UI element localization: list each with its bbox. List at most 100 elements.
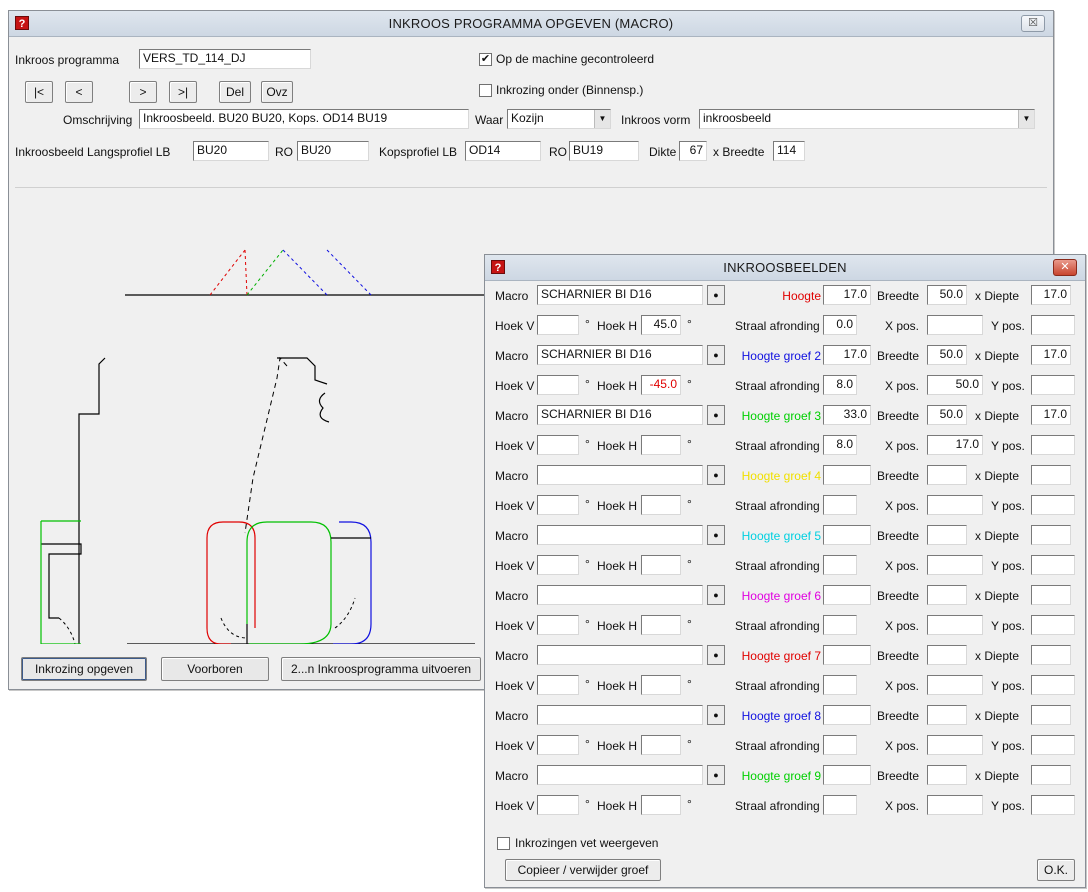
straal-input[interactable]: 0.0 bbox=[823, 315, 857, 335]
nav-prev-button[interactable]: < bbox=[65, 81, 93, 103]
macro-picker-button[interactable]: ● bbox=[707, 465, 725, 485]
diepte-input[interactable]: 17.0 bbox=[1031, 405, 1071, 425]
macro-input[interactable]: SCHARNIER BI D16 bbox=[537, 285, 703, 305]
ypos-input[interactable] bbox=[1031, 375, 1075, 395]
ypos-input[interactable] bbox=[1031, 555, 1075, 575]
hoek-v-input[interactable] bbox=[537, 375, 579, 395]
ypos-input[interactable] bbox=[1031, 615, 1075, 635]
breedte-input[interactable] bbox=[927, 525, 967, 545]
uitvoeren-button[interactable]: 2...n Inkroosprogramma uitvoeren bbox=[281, 657, 481, 681]
overview-button[interactable]: Ovz bbox=[261, 81, 293, 103]
hoek-v-input[interactable] bbox=[537, 315, 579, 335]
inkrozing-opgeven-button[interactable]: Inkrozing opgeven bbox=[21, 657, 147, 681]
nav-last-button[interactable]: >| bbox=[169, 81, 197, 103]
hoogte-input[interactable] bbox=[823, 765, 871, 785]
hoek-v-input[interactable] bbox=[537, 795, 579, 815]
dikte-input[interactable]: 67 bbox=[679, 141, 707, 161]
ypos-input[interactable] bbox=[1031, 675, 1075, 695]
nav-first-button[interactable]: |< bbox=[25, 81, 53, 103]
hoek-h-input[interactable]: -45.0 bbox=[641, 375, 681, 395]
macro-input[interactable]: SCHARNIER BI D16 bbox=[537, 345, 703, 365]
diepte-input[interactable] bbox=[1031, 705, 1071, 725]
hoek-v-input[interactable] bbox=[537, 735, 579, 755]
chevron-down-icon[interactable]: ▼ bbox=[594, 110, 610, 128]
vet-weergeven-checkbox[interactable] bbox=[497, 837, 510, 850]
close-icon[interactable]: ✕ bbox=[1053, 259, 1077, 276]
ypos-input[interactable] bbox=[1031, 735, 1075, 755]
diepte-input[interactable] bbox=[1031, 765, 1071, 785]
hoek-h-input[interactable] bbox=[641, 555, 681, 575]
straal-input[interactable] bbox=[823, 555, 857, 575]
straal-input[interactable] bbox=[823, 795, 857, 815]
ypos-input[interactable] bbox=[1031, 315, 1075, 335]
macro-picker-button[interactable]: ● bbox=[707, 405, 725, 425]
straal-input[interactable] bbox=[823, 615, 857, 635]
diepte-input[interactable] bbox=[1031, 525, 1071, 545]
chevron-down-icon[interactable]: ▼ bbox=[1018, 110, 1034, 128]
breedte-input[interactable]: 50.0 bbox=[927, 405, 967, 425]
xpos-input[interactable] bbox=[927, 495, 983, 515]
delete-button[interactable]: Del bbox=[219, 81, 251, 103]
hoek-v-input[interactable] bbox=[537, 555, 579, 575]
diepte-input[interactable]: 17.0 bbox=[1031, 345, 1071, 365]
diepte-input[interactable] bbox=[1031, 585, 1071, 605]
checked-on-machine-checkbox[interactable]: ✔ bbox=[479, 53, 492, 66]
kopsprofiel-ro-input[interactable]: BU19 bbox=[569, 141, 639, 161]
ok-button[interactable]: O.K. bbox=[1037, 859, 1075, 881]
inkroos-vorm-select[interactable]: inkroosbeeld ▼ bbox=[699, 109, 1035, 129]
breedte-input[interactable] bbox=[927, 765, 967, 785]
hoogte-input[interactable]: 17.0 bbox=[823, 345, 871, 365]
ypos-input[interactable] bbox=[1031, 795, 1075, 815]
nav-next-button[interactable]: > bbox=[129, 81, 157, 103]
diepte-input[interactable] bbox=[1031, 465, 1071, 485]
macro-input[interactable] bbox=[537, 645, 703, 665]
breedte-input[interactable] bbox=[927, 585, 967, 605]
macro-input[interactable]: SCHARNIER BI D16 bbox=[537, 405, 703, 425]
xpos-input[interactable] bbox=[927, 315, 983, 335]
hoogte-input[interactable]: 17.0 bbox=[823, 285, 871, 305]
copy-delete-groove-button[interactable]: Copieer / verwijder groef bbox=[505, 859, 661, 881]
macro-input[interactable] bbox=[537, 465, 703, 485]
hoek-h-input[interactable] bbox=[641, 615, 681, 635]
xpos-input[interactable] bbox=[927, 615, 983, 635]
hoogte-input[interactable] bbox=[823, 705, 871, 725]
straal-input[interactable] bbox=[823, 495, 857, 515]
xpos-input[interactable]: 50.0 bbox=[927, 375, 983, 395]
hoek-v-input[interactable] bbox=[537, 675, 579, 695]
omschrijving-input[interactable]: Inkroosbeeld. BU20 BU20, Kops. OD14 BU19 bbox=[139, 109, 469, 129]
macro-input[interactable] bbox=[537, 765, 703, 785]
breedte-input[interactable] bbox=[927, 465, 967, 485]
xpos-input[interactable] bbox=[927, 795, 983, 815]
hoek-h-input[interactable] bbox=[641, 795, 681, 815]
hoek-v-input[interactable] bbox=[537, 435, 579, 455]
xpos-input[interactable] bbox=[927, 555, 983, 575]
macro-picker-button[interactable]: ● bbox=[707, 645, 725, 665]
hoogte-input[interactable]: 33.0 bbox=[823, 405, 871, 425]
macro-picker-button[interactable]: ● bbox=[707, 585, 725, 605]
kopsprofiel-lb-input[interactable]: OD14 bbox=[465, 141, 541, 161]
macro-input[interactable] bbox=[537, 585, 703, 605]
langsprofiel-lb-input[interactable]: BU20 bbox=[193, 141, 269, 161]
straal-input[interactable]: 8.0 bbox=[823, 435, 857, 455]
straal-input[interactable] bbox=[823, 675, 857, 695]
breedte-input[interactable] bbox=[927, 705, 967, 725]
hoek-h-input[interactable] bbox=[641, 675, 681, 695]
hoek-h-input[interactable] bbox=[641, 435, 681, 455]
straal-input[interactable] bbox=[823, 735, 857, 755]
diepte-input[interactable] bbox=[1031, 645, 1071, 665]
xpos-input[interactable]: 17.0 bbox=[927, 435, 983, 455]
hoek-h-input[interactable]: 45.0 bbox=[641, 315, 681, 335]
breedte-input[interactable]: 50.0 bbox=[927, 345, 967, 365]
hoek-h-input[interactable] bbox=[641, 495, 681, 515]
ypos-input[interactable] bbox=[1031, 495, 1075, 515]
ypos-input[interactable] bbox=[1031, 435, 1075, 455]
xpos-input[interactable] bbox=[927, 735, 983, 755]
macro-picker-button[interactable]: ● bbox=[707, 345, 725, 365]
hoogte-input[interactable] bbox=[823, 645, 871, 665]
xpos-input[interactable] bbox=[927, 675, 983, 695]
langsprofiel-ro-input[interactable]: BU20 bbox=[297, 141, 369, 161]
hoek-h-input[interactable] bbox=[641, 735, 681, 755]
voorboren-button[interactable]: Voorboren bbox=[161, 657, 269, 681]
diepte-input[interactable]: 17.0 bbox=[1031, 285, 1071, 305]
breedte-input[interactable]: 114 bbox=[773, 141, 805, 161]
